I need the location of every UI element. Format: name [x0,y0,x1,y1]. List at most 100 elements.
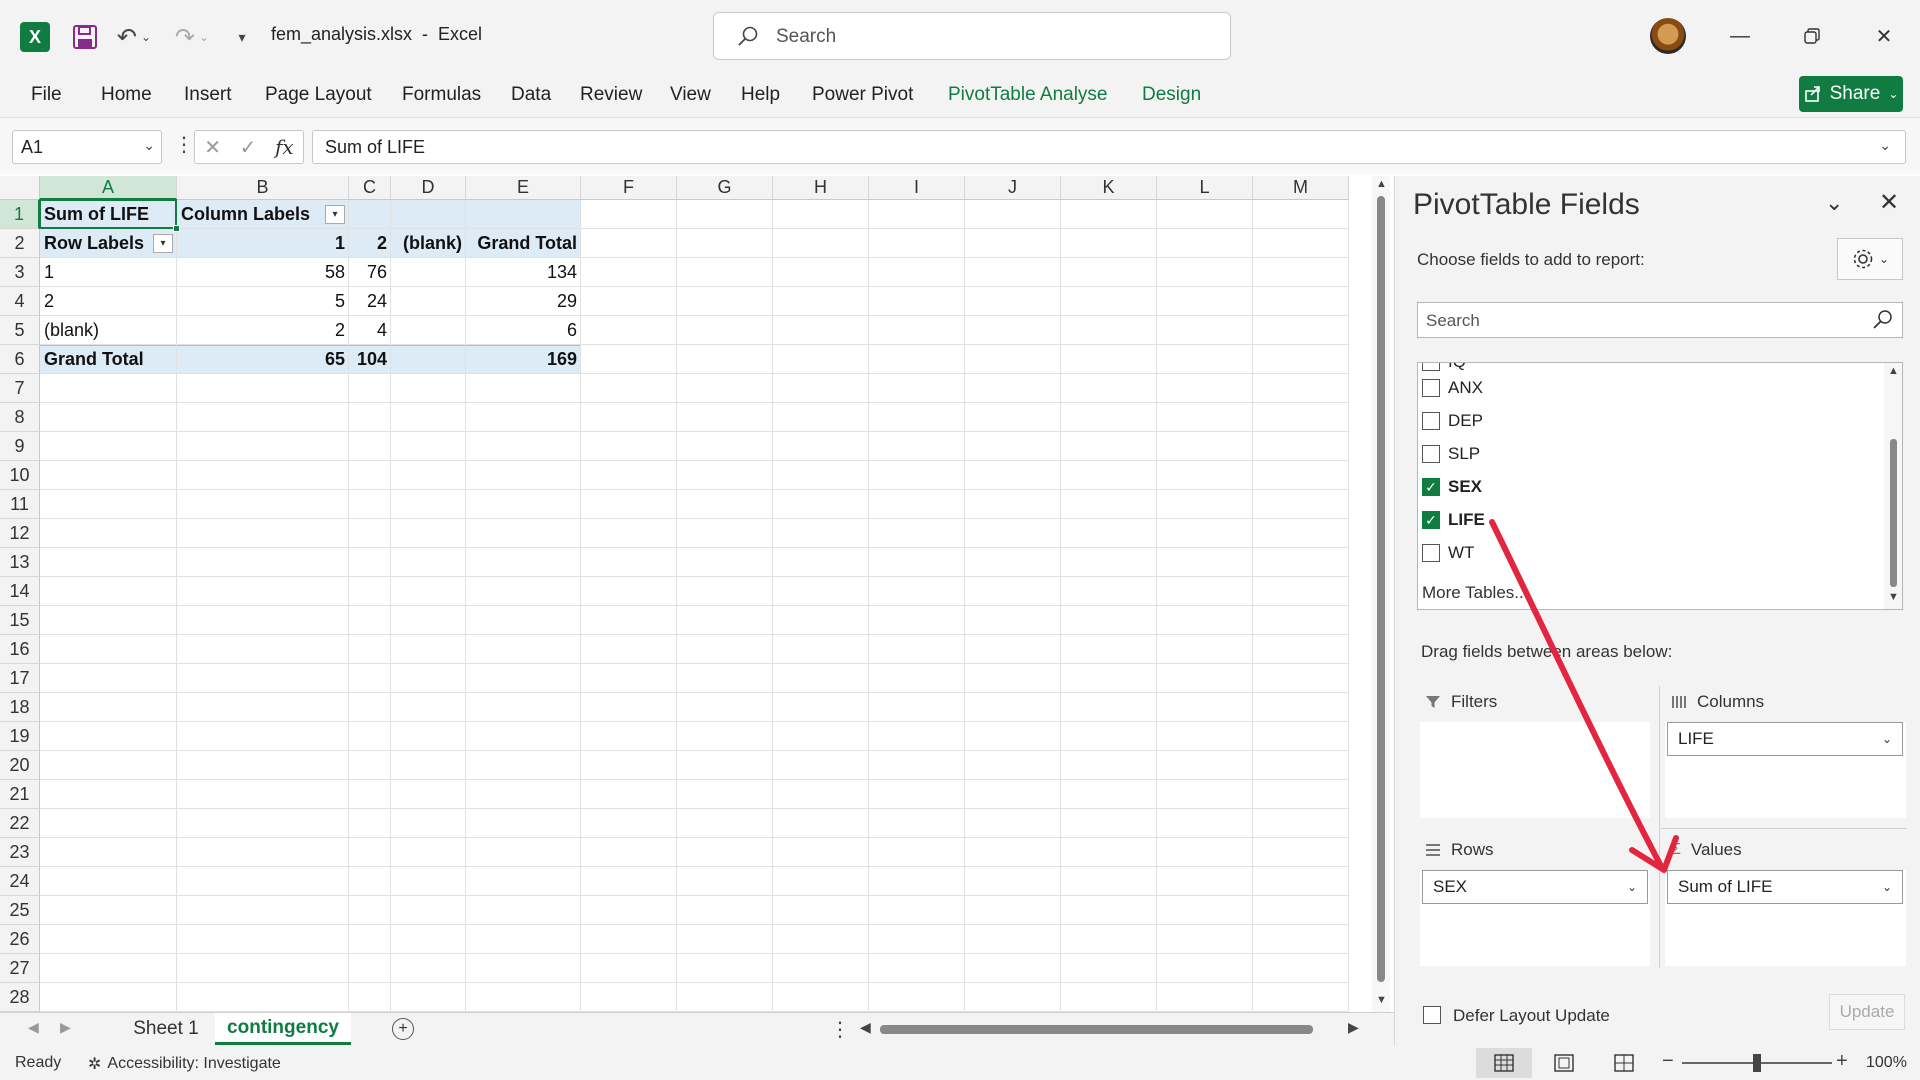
column-header-e[interactable]: E [466,176,581,200]
tools-button[interactable]: ⌄ [1837,238,1903,280]
scroll-down-icon[interactable]: ▼ [1888,591,1899,603]
vertical-scroll-thumb[interactable] [1377,196,1385,982]
field-item-wt[interactable]: WT [1422,540,1474,566]
pivot-cell[interactable]: 6 [466,316,581,345]
column-header-d[interactable]: D [391,176,466,200]
row-header-13[interactable]: 13 [0,548,40,577]
row-header-10[interactable]: 10 [0,461,40,490]
column-header-k[interactable]: K [1061,176,1157,200]
more-tables-link[interactable]: More Tables... [1422,583,1528,603]
pivot-column-key[interactable]: 2 [349,229,391,258]
field-item-anx[interactable]: ANX [1422,375,1483,401]
scroll-down-icon[interactable]: ▼ [1376,994,1387,1006]
row-header-17[interactable]: 17 [0,664,40,693]
pivot-cell[interactable]: 5 [177,287,349,316]
row-header-24[interactable]: 24 [0,867,40,896]
pivot-grand-total-cell[interactable]: 169 [466,345,581,374]
scroll-left-icon[interactable]: ◀ [860,1019,871,1036]
tab-data[interactable]: Data [511,84,551,106]
field-search-input[interactable]: Search [1417,302,1903,338]
columns-drop-area[interactable]: LIFE ⌄ [1665,722,1906,818]
column-header-i[interactable]: I [869,176,965,200]
column-header-j[interactable]: J [965,176,1061,200]
row-header-3[interactable]: 3 [0,258,40,287]
pivot-cell[interactable] [391,316,466,345]
pivot-cell[interactable]: 2 [40,287,177,316]
cancel-entry-icon[interactable]: ✕ [204,135,221,160]
pivot-cell[interactable] [391,287,466,316]
pivot-cell[interactable]: 76 [349,258,391,287]
undo-button[interactable]: ↶ ⌄ [110,20,158,54]
row-header-27[interactable]: 27 [0,954,40,983]
tab-help[interactable]: Help [741,84,780,106]
close-button[interactable]: ✕ [1864,18,1904,54]
zoom-out-button[interactable]: − [1662,1050,1674,1073]
save-button[interactable] [68,20,102,54]
restore-button[interactable] [1792,18,1832,54]
row-header-4[interactable]: 4 [0,287,40,316]
chevron-down-icon[interactable]: ⌄ [1825,190,1843,216]
pivot-grand-total-cell[interactable]: 104 [349,345,391,374]
more-options-icon[interactable]: ⋮ [830,1017,850,1042]
minimize-button[interactable]: — [1720,18,1760,54]
pivot-column-key[interactable]: (blank) [391,229,466,258]
column-header-g[interactable]: G [677,176,773,200]
pivot-cell[interactable]: 2 [177,316,349,345]
pivot-cell[interactable]: (blank) [40,316,177,345]
row-header-21[interactable]: 21 [0,780,40,809]
tab-review[interactable]: Review [580,84,642,106]
checkbox[interactable] [1422,412,1440,430]
row-header-14[interactable]: 14 [0,577,40,606]
pivot-cell[interactable]: 24 [349,287,391,316]
normal-view-button[interactable] [1476,1048,1532,1078]
column-header-b[interactable]: B [177,176,349,200]
customize-quick-access-button[interactable]: ▾ [230,20,254,54]
scroll-up-icon[interactable]: ▲ [1376,178,1387,190]
tab-insert[interactable]: Insert [184,84,232,106]
row-header-19[interactable]: 19 [0,722,40,751]
pivot-column-key[interactable]: Grand Total [466,229,581,258]
values-drop-area[interactable]: Sum of LIFE ⌄ [1665,870,1906,966]
rows-field-pill[interactable]: SEX ⌄ [1422,870,1648,904]
pivot-column-key[interactable]: 1 [177,229,349,258]
row-header-2[interactable]: 2 [0,229,40,258]
zoom-level[interactable]: 100% [1866,1054,1907,1072]
row-header-20[interactable]: 20 [0,751,40,780]
page-break-view-button[interactable] [1596,1048,1652,1078]
row-header-18[interactable]: 18 [0,693,40,722]
row-header-28[interactable]: 28 [0,983,40,1012]
tab-file[interactable]: File [31,84,62,106]
row-header-8[interactable]: 8 [0,403,40,432]
pivot-grand-total-cell[interactable] [391,345,466,374]
pivot-grand-total-cell[interactable]: Grand Total [40,345,177,374]
row-header-22[interactable]: 22 [0,809,40,838]
select-all-corner[interactable] [0,176,40,200]
accessibility-status[interactable]: ✲ Accessibility: Investigate [88,1054,281,1074]
tab-home[interactable]: Home [101,84,152,106]
values-field-pill[interactable]: Sum of LIFE ⌄ [1667,870,1903,904]
page-layout-view-button[interactable] [1536,1048,1592,1078]
field-list-scrollbar[interactable]: ▲ ▼ [1884,363,1902,609]
pivot-cell[interactable]: 1 [40,258,177,287]
tab-page-layout[interactable]: Page Layout [265,84,372,106]
tab-pivottable-analyse[interactable]: PivotTable Analyse [948,84,1108,106]
scroll-up-icon[interactable]: ▲ [1888,365,1899,377]
pivot-grand-total-cell[interactable]: 65 [177,345,349,374]
column-header-f[interactable]: F [581,176,677,200]
field-item-sex[interactable]: ✓ SEX [1422,474,1482,500]
more-options-icon[interactable]: ⋮ [174,132,194,157]
update-button[interactable]: Update [1829,994,1905,1030]
column-header-l[interactable]: L [1157,176,1253,200]
next-sheet-icon[interactable]: ▶ [60,1019,71,1036]
tab-view[interactable]: View [670,84,711,106]
search-input[interactable]: Search [713,12,1231,60]
fill-handle[interactable] [173,225,180,232]
checkbox[interactable] [1422,379,1440,397]
row-header-7[interactable]: 7 [0,374,40,403]
field-item-slp[interactable]: SLP [1422,441,1480,467]
row-header-6[interactable]: 6 [0,345,40,374]
row-header-1[interactable]: 1 [0,200,40,229]
pivot-cell[interactable]: 4 [349,316,391,345]
row-header-26[interactable]: 26 [0,925,40,954]
row-filter-button[interactable]: ▾ [153,234,173,253]
